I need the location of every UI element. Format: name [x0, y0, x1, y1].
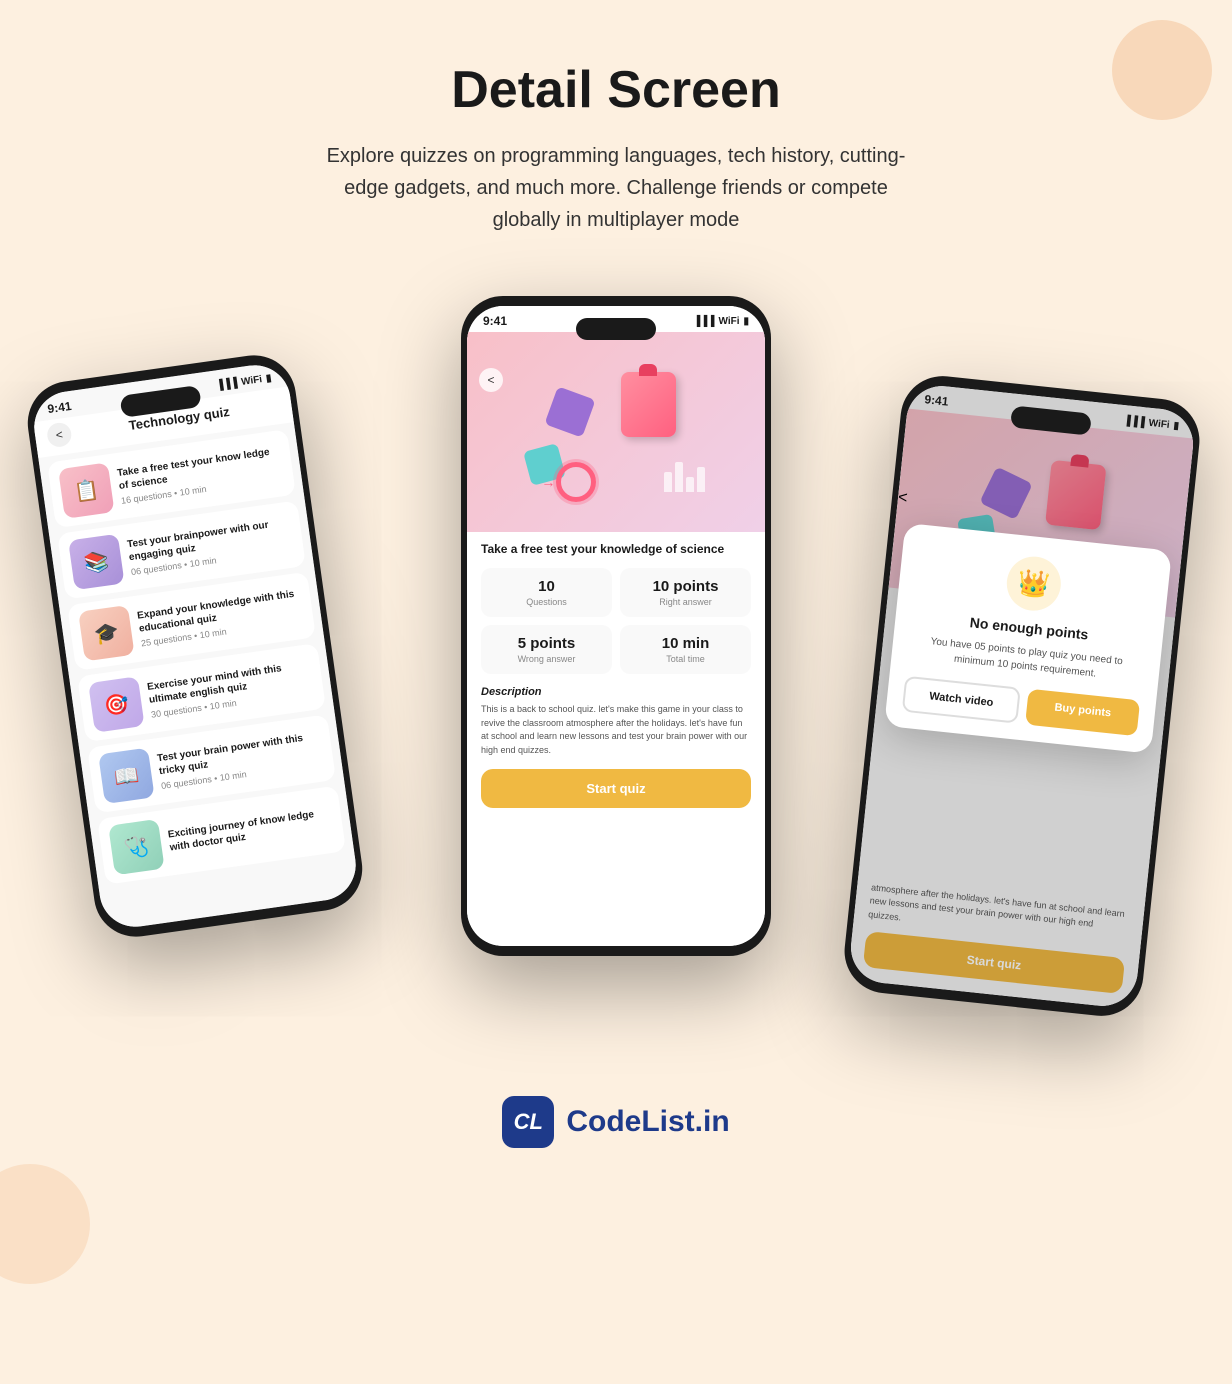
target-shape [556, 462, 596, 502]
stat-time-value: 10 min [630, 635, 741, 652]
status-icons-center: ▐▐▐ WiFi ▮ [693, 316, 749, 327]
hero-illustration [467, 332, 765, 532]
chart-bar-4 [697, 467, 705, 492]
phone-right-screen: 9:41 ▐▐▐ WiFi ▮ < [847, 383, 1196, 1010]
page-subtitle: Explore quizzes on programming languages… [316, 140, 916, 236]
popup-buttons: Watch video Buy points [902, 676, 1140, 736]
chart-bar-2 [675, 462, 683, 492]
chart-bar-3 [686, 477, 694, 492]
quiz-title-center: Take a free test your knowledge of scien… [481, 542, 751, 556]
hero-banner: < [467, 332, 765, 532]
clipboard-shape [621, 372, 676, 437]
status-time-right: 9:41 [924, 392, 949, 408]
watch-video-button[interactable]: Watch video [902, 676, 1021, 724]
wifi-icon: WiFi [240, 374, 262, 388]
back-button-center[interactable]: < [479, 368, 503, 392]
quiz-info-5: Exciting journey of know ledge with doct… [167, 805, 333, 857]
phones-container: 9:41 ▐▐▐ WiFi ▮ < Technology quiz [0, 286, 1232, 1066]
signal-icon-r: ▐▐▐ [1123, 415, 1145, 428]
phone-center-screen: 9:41 ▐▐▐ WiFi ▮ < [467, 306, 765, 946]
stat-right-value: 10 points [630, 578, 741, 595]
battery-icon-c: ▮ [743, 316, 749, 327]
battery-icon-r: ▮ [1173, 420, 1180, 432]
description-text: This is a back to school quiz. let's mak… [481, 703, 751, 757]
quiz-thumb-4: 📖 [98, 748, 154, 804]
back-button-left[interactable]: < [46, 421, 73, 448]
stat-right-label: Right answer [630, 597, 741, 607]
start-quiz-button-center[interactable]: Start quiz [481, 769, 751, 808]
stat-wrong-value: 5 points [491, 635, 602, 652]
stats-grid: 10 Questions 10 points Right answer 5 po… [481, 568, 751, 674]
description-section: Description This is a back to school qui… [481, 686, 751, 757]
phone-left-screen: 9:41 ▐▐▐ WiFi ▮ < Technology quiz [30, 361, 361, 932]
logo-letter: CL [514, 1109, 543, 1135]
buy-points-button[interactable]: Buy points [1025, 689, 1140, 737]
home-indicator-center [576, 947, 656, 950]
status-time-left: 9:41 [47, 399, 73, 416]
crown-emoji: 👑 [1016, 567, 1051, 601]
stat-time-label: Total time [630, 654, 741, 664]
back-icon-left: < [55, 427, 64, 442]
right-screen-content: 9:41 ▐▐▐ WiFi ▮ < [847, 383, 1196, 1010]
notch-center [576, 318, 656, 340]
quiz-info-4: Test your brain power with this tricky q… [156, 729, 324, 790]
quiz-info-1: Test your brainpower with our engaging q… [126, 515, 294, 576]
center-content: Take a free test your knowledge of scien… [467, 532, 765, 818]
quiz-thumb-0: 📋 [58, 462, 114, 518]
battery-icon: ▮ [265, 372, 272, 384]
deco-circle-tr [1112, 20, 1212, 120]
quiz-title-5: Exciting journey of know ledge with doct… [167, 805, 333, 854]
brand-name: CodeList.in [566, 1105, 729, 1139]
chart-bar-1 [664, 472, 672, 492]
stat-right-answer: 10 points Right answer [620, 568, 751, 617]
stat-questions-label: Questions [491, 597, 602, 607]
quiz-thumb-2: 🎓 [78, 605, 134, 661]
chart-shape [664, 462, 705, 492]
quiz-thumb-3: 🎯 [88, 676, 144, 732]
popup-card: 👑 No enough points You have 05 points to… [884, 523, 1172, 754]
signal-icon: ▐▐▐ [215, 377, 238, 391]
quiz-info-2: Expand your knowledge with this educatio… [136, 586, 304, 647]
stat-questions: 10 Questions [481, 568, 612, 617]
quiz-list: 📋 Take a free test your know ledge of sc… [38, 422, 354, 892]
logo-icon: CL [502, 1096, 554, 1148]
status-time-center: 9:41 [483, 314, 507, 328]
quiz-info-0: Take a free test your know ledge of scie… [116, 444, 284, 505]
puzzle-purple-shape [545, 386, 596, 437]
status-icons-left: ▐▐▐ WiFi ▮ [215, 372, 272, 391]
stat-wrong-answer: 5 points Wrong answer [481, 625, 612, 674]
signal-icon-c: ▐▐▐ [693, 316, 714, 327]
stat-time: 10 min Total time [620, 625, 751, 674]
left-screen-content: 9:41 ▐▐▐ WiFi ▮ < Technology quiz [30, 361, 361, 932]
phone-right: 9:41 ▐▐▐ WiFi ▮ < [840, 372, 1203, 1020]
description-title: Description [481, 686, 751, 698]
wifi-icon-r: WiFi [1148, 417, 1170, 430]
header: Detail Screen Explore quizzes on program… [0, 0, 1232, 266]
page-title: Detail Screen [100, 60, 1132, 120]
back-icon-center: < [487, 373, 494, 387]
quiz-thumb-5: 🩺 [108, 819, 164, 875]
stat-wrong-label: Wrong answer [491, 654, 602, 664]
popup-crown-icon: 👑 [1004, 554, 1063, 613]
phone-center: 9:41 ▐▐▐ WiFi ▮ < [461, 296, 771, 956]
center-screen-content: 9:41 ▐▐▐ WiFi ▮ < [467, 306, 765, 946]
quiz-info-3: Exercise your mind with this ultimate en… [146, 658, 314, 719]
wifi-icon-c: WiFi [718, 316, 739, 327]
quiz-thumb-1: 📚 [68, 534, 124, 590]
stat-questions-value: 10 [491, 578, 602, 595]
footer: CL CodeList.in [0, 1066, 1232, 1188]
status-icons-right: ▐▐▐ WiFi ▮ [1123, 415, 1180, 432]
phone-left: 9:41 ▐▐▐ WiFi ▮ < Technology quiz [22, 350, 367, 942]
